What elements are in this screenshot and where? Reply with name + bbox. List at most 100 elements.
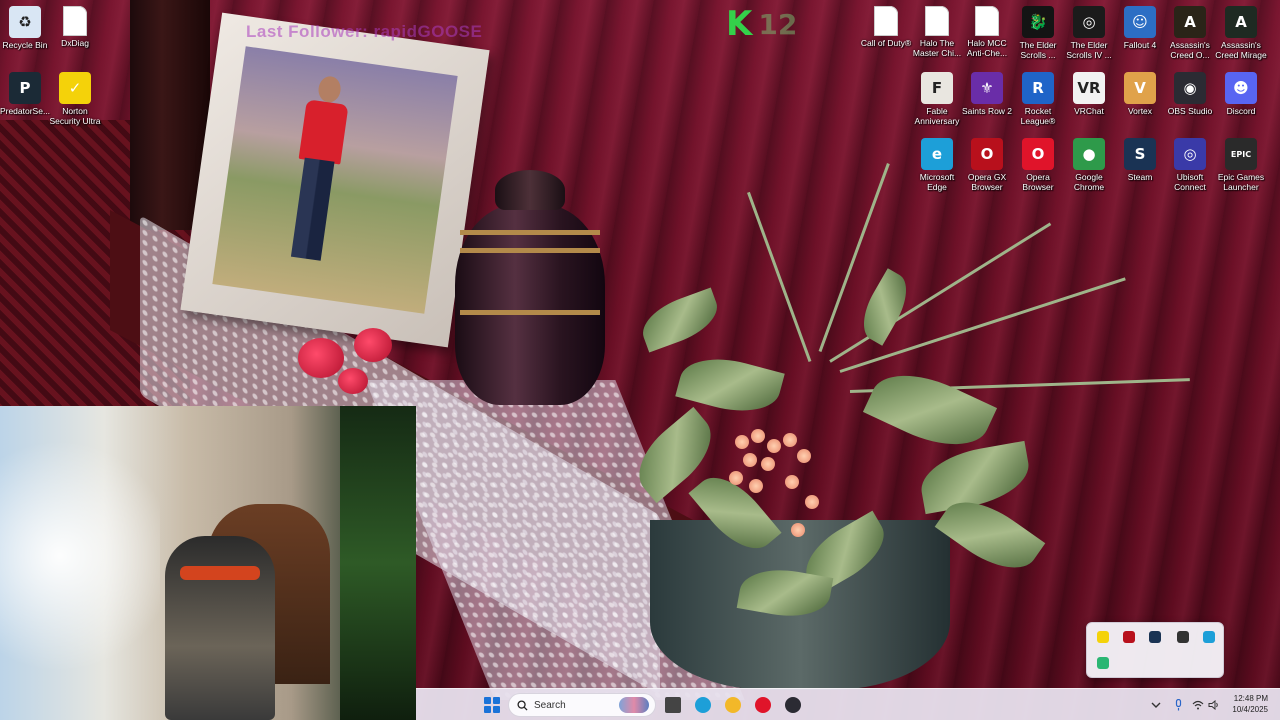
desktop-icon-chrome[interactable]: ● Google Chrome [1064, 138, 1114, 192]
desktop-icon-elder-scrolls[interactable]: 🐉 The Elder Scrolls ... [1013, 6, 1063, 60]
discord-icon: ☻ [1225, 72, 1257, 104]
desktop-icon-label: Google Chrome [1073, 172, 1105, 192]
desktop-icon-dxdiag[interactable]: DxDiag [50, 6, 100, 48]
desktop-icon-halo-master-chief[interactable]: Halo The Master Chi... [912, 6, 962, 58]
desktop-icon-label: Fable Anniversary [914, 106, 960, 126]
desktop-icon-label: Recycle Bin [2, 40, 48, 50]
desktop-icon-elder-scrolls-iv[interactable]: ◎ The Elder Scrolls IV ... [1064, 6, 1114, 60]
desktop-icon-obs[interactable]: ◉ OBS Studio [1165, 72, 1215, 116]
file-icon [874, 6, 898, 36]
file-icon [925, 6, 949, 36]
start-button[interactable] [482, 693, 502, 717]
taskbar-app-edge[interactable] [692, 693, 714, 717]
desktop-icon-label: The Elder Scrolls IV ... [1066, 40, 1112, 60]
chevron-up-icon [1151, 702, 1161, 708]
desktop-icon-halo-mcc[interactable]: Halo MCC Anti-Che... [962, 6, 1012, 58]
windows-start-icon [484, 697, 500, 713]
taskbar-search[interactable]: Search [508, 693, 656, 717]
taskbar-clock[interactable]: 12:48 PM 10/4/2025 [1232, 693, 1268, 715]
epic-games-icon: EPIC [1225, 138, 1257, 170]
wifi-tray[interactable] [1190, 693, 1206, 717]
desktop-icon-label: Discord [1226, 106, 1256, 116]
desktop-icon-label: Saints Row 2 [961, 106, 1013, 116]
desktop-icon-steam[interactable]: S Steam [1115, 138, 1165, 182]
opera-gx-tray-icon[interactable] [1123, 631, 1135, 643]
elder-scrolls-icon: 🐉 [1022, 6, 1054, 38]
desktop-icon-label: Opera GX Browser [967, 172, 1007, 192]
desktop-icon-opera-gx[interactable]: O Opera GX Browser [962, 138, 1012, 192]
desktop-icon-saints-row[interactable]: ⚜ Saints Row 2 [962, 72, 1012, 116]
rocket-league-icon: R [1022, 72, 1054, 104]
assassins-creed-icon: A [1174, 6, 1206, 38]
app-tray-icon[interactable] [1097, 657, 1109, 669]
desktop-icon-label: OBS Studio [1167, 106, 1213, 116]
webcam-plant [340, 406, 416, 720]
obs-icon [785, 697, 801, 713]
steam-icon: S [1124, 138, 1156, 170]
desktop-icon-discord[interactable]: ☻ Discord [1216, 72, 1266, 116]
vrchat-icon: VR [1073, 72, 1105, 104]
taskbar-app-explorer[interactable] [722, 693, 744, 717]
desktop-icon-opera[interactable]: O Opera Browser [1013, 138, 1063, 192]
desktop-icon-label: PredatorSe... [0, 106, 51, 116]
obs-icon: ◉ [1174, 72, 1206, 104]
tray-overflow-popup [1086, 622, 1224, 678]
taskbar: Search 12:48 PM 10/4/2025 [416, 688, 1280, 720]
norton-tray-icon[interactable] [1097, 631, 1109, 643]
desktop-icon-label: Call of Duty® [860, 38, 912, 48]
microphone-tray[interactable] [1170, 693, 1186, 717]
desktop-icon-label: Rocket League® [1020, 106, 1056, 126]
desktop-icon-recycle-bin[interactable]: ♻ Recycle Bin [0, 6, 50, 50]
desktop-icon-vortex[interactable]: V Vortex [1115, 72, 1165, 116]
edge-tray-icon[interactable] [1203, 631, 1215, 643]
desktop-icon-label: Assassin's Creed Mirage [1215, 40, 1267, 60]
fable-icon: F [921, 72, 953, 104]
search-icon [517, 699, 528, 711]
desktop-icon-assassins-creed-o[interactable]: A Assassin's Creed O... [1165, 6, 1215, 60]
taskbar-app-opera[interactable] [752, 693, 774, 717]
desktop-icon-rocket-league[interactable]: R Rocket League® [1013, 72, 1063, 126]
desktop-icon-label: VRChat [1074, 106, 1104, 116]
opera-icon: O [1022, 138, 1054, 170]
desktop-icon-norton[interactable]: ✓ Norton Security Ultra [49, 72, 101, 126]
desktop-icon-vrchat[interactable]: VR VRChat [1064, 72, 1114, 116]
search-label: Search [534, 699, 566, 711]
desktop-icon-fable[interactable]: F Fable Anniversary [912, 72, 962, 126]
desktop-icon-epic[interactable]: EPIC Epic Games Launcher [1216, 138, 1266, 192]
taskbar-app-taskview[interactable] [662, 693, 684, 717]
channel-k-label: K [726, 4, 753, 44]
desktop-icon-label: Opera Browser [1022, 172, 1054, 192]
desktop-icon-fallout4[interactable]: ☺ Fallout 4 [1115, 6, 1165, 50]
edge-icon [695, 697, 711, 713]
ubisoft-icon: ◎ [1174, 138, 1206, 170]
microphone-icon [1175, 699, 1181, 711]
predator-tray-icon[interactable] [1177, 631, 1189, 643]
desktop-icon-edge[interactable]: e Microsoft Edge [912, 138, 962, 192]
predator-icon: P [9, 72, 41, 104]
desktop-icon-label: Fallout 4 [1123, 40, 1157, 50]
assassins-creed-icon: A [1225, 6, 1257, 38]
recycle-bin-icon: ♻ [9, 6, 41, 38]
opera-gx-icon: O [971, 138, 1003, 170]
wallpaper-urn [450, 170, 610, 410]
desktop-icon-assassins-creed-mirage[interactable]: A Assassin's Creed Mirage [1215, 6, 1267, 60]
folder-icon [725, 697, 741, 713]
edge-icon: e [921, 138, 953, 170]
desktop-icon-label: Halo The Master Chi... [912, 38, 962, 58]
desktop-icon-predatorsense[interactable]: P PredatorSe... [0, 72, 50, 116]
desktop-icon-call-of-duty[interactable]: Call of Duty® [861, 6, 911, 48]
steam-tray-icon[interactable] [1149, 631, 1161, 643]
volume-tray[interactable] [1206, 693, 1222, 717]
last-follower-overlay: Last Follower: rapidGOOSE [246, 22, 483, 41]
taskbar-app-obs[interactable] [782, 693, 804, 717]
chrome-icon: ● [1073, 138, 1105, 170]
desktop-icon-label: Assassin's Creed O... [1170, 40, 1210, 60]
channel-badge: K 12 [726, 4, 797, 44]
desktop-icon-ubisoft[interactable]: ◎ Ubisoft Connect [1165, 138, 1215, 192]
tray-overflow-button[interactable] [1148, 693, 1164, 717]
vault-boy-icon: ☺ [1124, 6, 1156, 38]
desktop-icon-label: Halo MCC Anti-Che... [966, 38, 1008, 58]
channel-number-label: 12 [758, 7, 798, 41]
file-icon [975, 6, 999, 36]
fleur-de-lis-icon: ⚜ [971, 72, 1003, 104]
